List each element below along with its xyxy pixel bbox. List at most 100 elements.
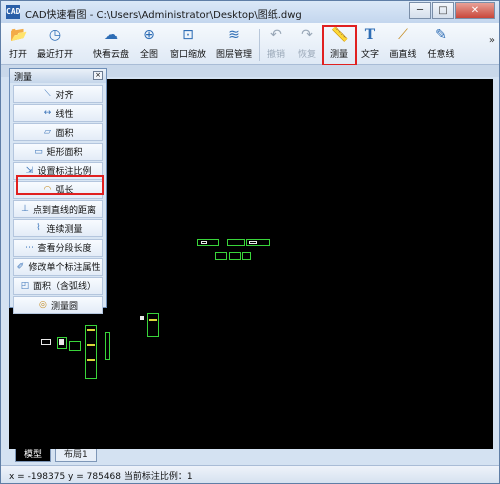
tab-model[interactable]: 模型 xyxy=(15,449,52,462)
zoom-window-icon: ⊡ xyxy=(182,27,194,43)
toolbar-open-button[interactable]: 📂 打开 xyxy=(7,25,29,63)
cad-block xyxy=(140,316,144,320)
toolbar-line-button[interactable]: ⟋ 画直线 xyxy=(388,25,418,63)
main-toolbar: 📂 打开 ◷ 最近打开 ☁ 快看云盘 ⊕ 全图 ⊡ 窗口缩放 ≋ 图层管理 ↶ … xyxy=(1,23,499,65)
toolbar-recent-button[interactable]: ◷ 最近打开 xyxy=(35,25,75,63)
layout-tabs: 模型 布局1 xyxy=(9,449,493,463)
pencil-icon: ✎ xyxy=(435,27,447,43)
toolbar-label: 打开 xyxy=(8,50,27,60)
circle-measure-icon: ◎ xyxy=(39,300,47,311)
continuous-measure-icon: ⌇ xyxy=(36,223,41,234)
measure-segment-length-button[interactable]: ⋯ 查看分段长度 xyxy=(13,238,103,257)
cad-block xyxy=(249,241,257,244)
measure-item-label: 修改单个标注属性 xyxy=(28,263,101,274)
coordinate-readout: x = -198375 y = 785468 当前标注比例：1 xyxy=(9,472,193,482)
toolbar-label: 最近打开 xyxy=(36,50,73,60)
folder-icon: 📂 xyxy=(10,27,28,43)
cad-block xyxy=(229,252,241,260)
cad-block xyxy=(59,339,64,345)
minimize-button[interactable]: ─ xyxy=(409,2,431,19)
measure-highlight-box xyxy=(322,25,357,66)
cad-block xyxy=(147,313,159,337)
title-bar[interactable]: CAD CAD快速看图 - C:\Users\Administrator\Des… xyxy=(1,1,499,23)
close-button[interactable]: ✕ xyxy=(455,2,495,19)
cloud-icon: ☁ xyxy=(104,27,118,43)
cad-block xyxy=(69,341,81,351)
segment-length-icon: ⋯ xyxy=(24,242,34,253)
app-window: CAD CAD快速看图 - C:\Users\Administrator\Des… xyxy=(0,0,500,484)
measure-item-label: 矩形面积 xyxy=(46,148,83,159)
layers-icon: ≋ xyxy=(228,27,240,43)
measure-align-button[interactable]: ⟍ 对齐 xyxy=(13,85,103,103)
measure-area-button[interactable]: ▱ 面积 xyxy=(13,123,103,142)
toolbar-cloud-button[interactable]: ☁ 快看云盘 xyxy=(91,25,131,63)
toolbar-label: 图层管理 xyxy=(215,50,252,60)
cad-block xyxy=(242,252,251,260)
cad-block xyxy=(215,252,227,260)
cad-block xyxy=(41,339,51,345)
cad-block xyxy=(85,325,97,379)
toolbar-undo-button[interactable]: ↶ 撤销 xyxy=(265,25,287,63)
measure-circle-button[interactable]: ◎ 测量圆 xyxy=(13,296,103,315)
fit-view-icon: ⊕ xyxy=(143,27,155,43)
cad-block xyxy=(87,344,95,346)
cad-block xyxy=(227,239,245,246)
text-icon: T xyxy=(364,27,376,43)
toolbar-label: 窗口缩放 xyxy=(169,50,206,60)
toolbar-label: 全图 xyxy=(139,50,158,60)
undo-icon: ↶ xyxy=(270,27,282,43)
cad-block xyxy=(87,329,95,331)
maximize-button[interactable]: □ xyxy=(432,2,454,19)
area-icon: ▱ xyxy=(44,127,51,138)
window-controls: ─ □ ✕ xyxy=(408,2,495,19)
measure-rect-area-button[interactable]: ▭ 矩形面积 xyxy=(13,142,103,161)
toolbar-fit-view-button[interactable]: ⊕ 全图 xyxy=(138,25,160,63)
cad-block xyxy=(201,241,207,244)
measure-linear-button[interactable]: ↔ 线性 xyxy=(13,104,103,123)
measure-arc-area-button[interactable]: ◰ 面积（含弧线） xyxy=(13,276,103,295)
toolbar-label: 撤销 xyxy=(266,50,285,60)
arc-area-icon: ◰ xyxy=(20,280,30,291)
toolbar-label: 任意线 xyxy=(427,50,455,60)
measure-item-label: 面积 xyxy=(55,128,74,139)
point-line-distance-icon: ⊥ xyxy=(21,204,29,215)
panel-close-button[interactable]: × xyxy=(93,71,103,80)
toolbar-label: 文字 xyxy=(360,50,379,60)
measure-item-label: 查看分段长度 xyxy=(37,244,92,254)
toolbar-separator xyxy=(259,29,260,61)
app-logo-icon: CAD xyxy=(6,5,20,19)
cad-block xyxy=(149,319,157,321)
toolbar-more-button[interactable]: » xyxy=(489,35,495,46)
cad-block xyxy=(87,359,95,361)
status-bar: x = -198375 y = 785468 当前标注比例：1 xyxy=(1,465,499,483)
align-dimension-icon: ⟍ xyxy=(44,89,51,99)
toolbar-redo-button[interactable]: ↷ 恢复 xyxy=(296,25,318,63)
measure-item-label: 面积（含弧线） xyxy=(32,282,96,293)
measure-item-label: 点到直线的距离 xyxy=(32,205,96,216)
edit-dimension-icon: ✐ xyxy=(16,261,25,272)
toolbar-zoom-window-button[interactable]: ⊡ 窗口缩放 xyxy=(168,25,208,63)
measure-panel-header[interactable]: 测量 × xyxy=(10,69,106,83)
toolbar-text-button[interactable]: T 文字 xyxy=(359,25,381,63)
measure-panel-title: 测量 xyxy=(14,73,33,83)
cad-block xyxy=(105,332,110,360)
measure-point-line-button[interactable]: ⊥ 点到直线的距离 xyxy=(13,200,103,219)
rect-area-icon: ▭ xyxy=(34,146,43,157)
measure-continuous-button[interactable]: ⌇ 连续测量 xyxy=(13,219,103,238)
clock-icon: ◷ xyxy=(48,27,62,43)
toolbar-layers-button[interactable]: ≋ 图层管理 xyxy=(214,25,254,63)
toolbar-label: 恢复 xyxy=(297,50,316,60)
arc-length-highlight-box xyxy=(16,175,104,195)
tab-layout1[interactable]: 布局1 xyxy=(55,449,97,462)
line-icon: ⟋ xyxy=(398,27,408,43)
measure-item-label: 对齐 xyxy=(55,90,74,101)
linear-dimension-icon: ↔ xyxy=(43,108,52,119)
toolbar-freehand-button[interactable]: ✎ 任意线 xyxy=(426,25,456,63)
measure-edit-dimension-button[interactable]: ✐ 修改单个标注属性 xyxy=(13,257,103,276)
measure-item-label: 连续测量 xyxy=(46,224,83,235)
toolbar-label: 快看云盘 xyxy=(92,50,129,60)
redo-icon: ↷ xyxy=(301,27,313,43)
toolbar-label: 画直线 xyxy=(389,50,417,60)
measure-tool-list: ⟍ 对齐 ↔ 线性 ▱ 面积 ▭ 矩形面积 ⇲ 设置标注比例 ◠ 弧长 ⊥ 点到… xyxy=(13,85,103,315)
measure-item-label: 测量圆 xyxy=(50,301,78,312)
